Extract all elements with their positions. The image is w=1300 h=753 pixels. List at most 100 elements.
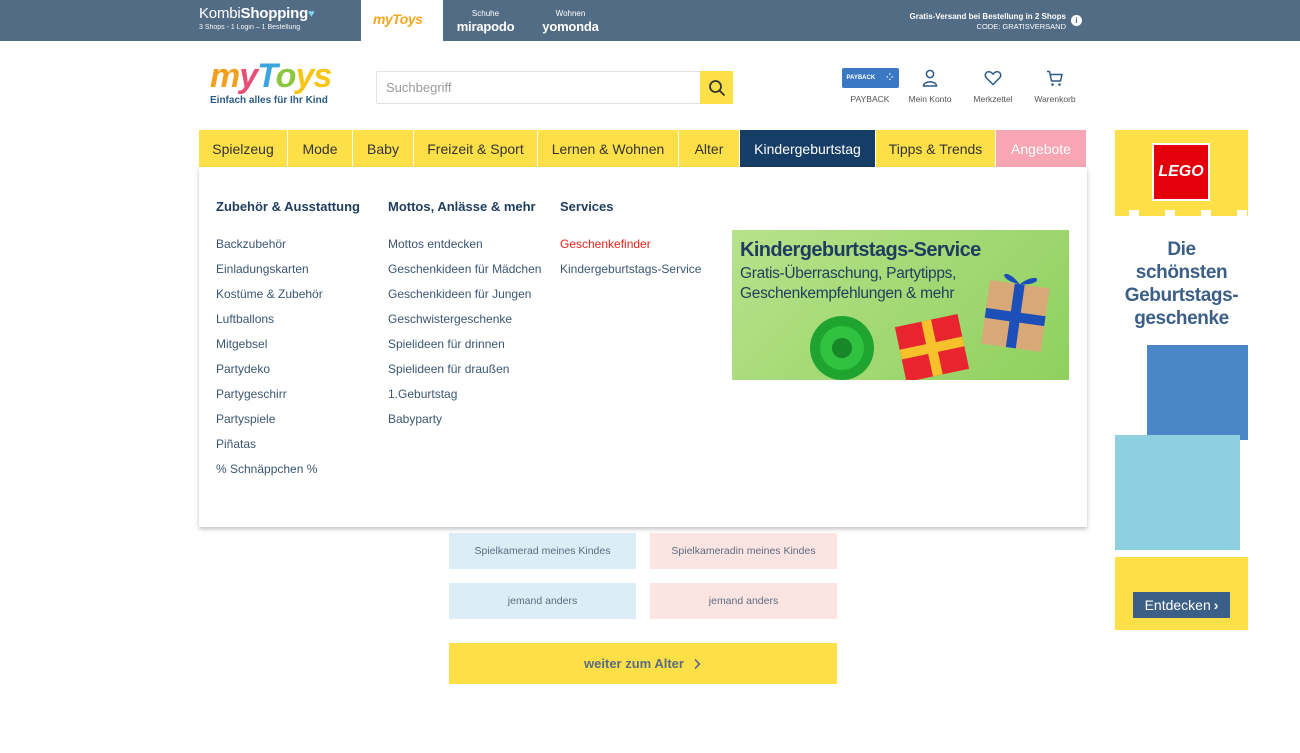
- shop-tab-category: Schuhe: [471, 9, 500, 18]
- nav-mode[interactable]: Mode: [288, 130, 352, 167]
- nav-alter[interactable]: Alter: [679, 130, 739, 167]
- lego-city-box-image: [1147, 345, 1248, 440]
- lego-ad[interactable]: LEGO Die schönsten Geburtstags- geschenk…: [1115, 130, 1248, 630]
- search-icon: [708, 79, 725, 96]
- shop-tab-yomonda[interactable]: Wohnen yomonda: [528, 0, 613, 41]
- gifts-illustration: [810, 274, 1050, 380]
- menu-link-geschenkefinder[interactable]: Geschenkefinder: [560, 237, 701, 262]
- shop-tab-label: yomonda: [542, 19, 599, 34]
- menu-link[interactable]: Geschwistergeschenke: [388, 312, 541, 337]
- search-input[interactable]: [377, 72, 702, 103]
- column-list-zubehoer: Backzubehör Einladungskarten Kostüme & Z…: [216, 237, 323, 487]
- menu-link[interactable]: Einladungskarten: [216, 262, 323, 287]
- column-heading-zubehoer: Zubehör & Ausstattung: [216, 199, 360, 214]
- payback-label: PAYBACK: [850, 94, 890, 104]
- user-icon: [922, 69, 938, 87]
- mytoys-logo[interactable]: myToys Einfach alles für Ihr Kind: [210, 57, 335, 112]
- choice-spielkameradin[interactable]: Spielkameradin meines Kindes: [650, 533, 837, 569]
- shipping-line: Gratis-Versand bei Bestellung in 2 Shops: [909, 12, 1066, 21]
- choice-spielkamerad[interactable]: Spielkamerad meines Kindes: [449, 533, 636, 569]
- ad-headline-line: Geburtstags-: [1124, 285, 1239, 306]
- wishlist-label: Merkzettel: [973, 94, 1013, 104]
- menu-link[interactable]: Partydeko: [216, 362, 323, 387]
- logo-letter: m: [210, 57, 240, 95]
- ad-discover-button[interactable]: Entdecken ›: [1133, 592, 1230, 618]
- ad-button-label: Entdecken: [1144, 597, 1211, 613]
- menu-link[interactable]: % Schnäppchen %: [216, 462, 323, 487]
- nav-lernen-wohnen[interactable]: Lernen & Wohnen: [538, 130, 678, 167]
- menu-link[interactable]: Mitgebsel: [216, 337, 323, 362]
- logo-letter: y: [239, 57, 258, 95]
- continue-label: weiter zum Alter: [584, 656, 684, 671]
- column-list-services: Geschenkefinder Kindergeburtstags-Servic…: [560, 237, 701, 287]
- shipping-notice: Gratis-Versand bei Bestellung in 2 Shops…: [910, 11, 1066, 31]
- nav-freizeit-sport[interactable]: Freizeit & Sport: [414, 130, 537, 167]
- menu-link[interactable]: Babyparty: [388, 412, 541, 437]
- shipping-code: CODE: GRATISVERSAND: [976, 22, 1066, 31]
- heart-icon: [984, 70, 1002, 86]
- menu-link[interactable]: Backzubehör: [216, 237, 323, 262]
- kindergeburtstag-dropdown: Zubehör & Ausstattung Backzubehör Einlad…: [199, 167, 1087, 527]
- payback-link[interactable]: PAYBACK ⁘ PAYBACK: [838, 67, 902, 107]
- menu-link[interactable]: Partyspiele: [216, 412, 323, 437]
- account-link[interactable]: Mein Konto: [898, 67, 962, 107]
- nav-angebote[interactable]: Angebote: [996, 130, 1086, 167]
- shop-bar: KombiShopping♥ 3 Shops - 1 Login – 1 Bes…: [0, 0, 1300, 41]
- menu-link[interactable]: Partygeschirr: [216, 387, 323, 412]
- kombi-title-bold: Shopping: [240, 5, 309, 22]
- shop-tab-mirapodo[interactable]: Schuhe mirapodo: [443, 0, 528, 41]
- logo-letter: ys: [295, 57, 332, 95]
- lego-logo: LEGO: [1152, 143, 1210, 201]
- info-icon[interactable]: i: [1071, 15, 1082, 26]
- column-list-mottos: Mottos entdecken Geschenkideen für Mädch…: [388, 237, 541, 437]
- search-bar: [376, 71, 733, 104]
- chevron-right-icon: ›: [1213, 597, 1219, 613]
- logo-letter: T: [257, 57, 276, 95]
- shop-tab-mytoys[interactable]: myToys: [361, 0, 443, 41]
- shop-tab-label: mirapodo: [456, 19, 515, 34]
- main-navigation: Spielzeug Mode Baby Freizeit & Sport Ler…: [199, 130, 1087, 167]
- kombishopping-logo[interactable]: KombiShopping♥ 3 Shops - 1 Login – 1 Bes…: [199, 4, 361, 41]
- promo-banner[interactable]: Kindergeburtstags-Service Gratis-Überras…: [732, 230, 1069, 380]
- account-label: Mein Konto: [908, 94, 952, 104]
- cart-icon: [1047, 70, 1063, 86]
- ad-headline: Die schönsten Geburtstags- geschenke: [1115, 238, 1248, 330]
- menu-link[interactable]: Spielideen für draußen: [388, 362, 541, 387]
- logo-tagline: Einfach alles für Ihr Kind: [210, 95, 328, 106]
- menu-link[interactable]: Piñatas: [216, 437, 323, 462]
- heart-icon: ♥: [308, 8, 315, 20]
- ad-headline-line: schönsten: [1135, 262, 1228, 283]
- menu-link[interactable]: Luftballons: [216, 312, 323, 337]
- menu-link[interactable]: Mottos entdecken: [388, 237, 541, 262]
- ad-headline-line: Die: [1167, 239, 1196, 260]
- choice-jemand-anders-girl[interactable]: jemand anders: [650, 583, 837, 619]
- ad-headline-line: geschenke: [1134, 308, 1229, 329]
- search-button[interactable]: [700, 71, 733, 104]
- menu-link[interactable]: Kindergeburtstags-Service: [560, 262, 701, 287]
- wishlist-link[interactable]: Merkzettel: [961, 67, 1025, 107]
- continue-button[interactable]: weiter zum Alter: [449, 643, 837, 684]
- nav-kindergeburtstag[interactable]: Kindergeburtstag: [740, 130, 875, 167]
- menu-link[interactable]: Geschenkideen für Jungen: [388, 287, 541, 312]
- payback-icon: PAYBACK ⁘: [841, 68, 899, 88]
- nav-baby[interactable]: Baby: [353, 130, 413, 167]
- menu-link[interactable]: 1.Geburtstag: [388, 387, 541, 412]
- brick-edge-decoration: [1115, 210, 1248, 222]
- menu-link[interactable]: Kostüme & Zubehör: [216, 287, 323, 312]
- column-heading-mottos: Mottos, Anlässe & mehr: [388, 199, 536, 214]
- choice-jemand-anders-boy[interactable]: jemand anders: [449, 583, 636, 619]
- mytoys-mini-logo: myToys: [373, 11, 423, 27]
- nav-spielzeug[interactable]: Spielzeug: [199, 130, 287, 167]
- payback-badge-text: PAYBACK: [846, 75, 876, 81]
- kombi-title-light: Kombi: [199, 5, 241, 22]
- lego-friends-box-image: [1115, 435, 1240, 550]
- nav-tipps-trends[interactable]: Tipps & Trends: [876, 130, 995, 167]
- chevron-right-icon: [694, 658, 701, 669]
- logo-letter: o: [275, 57, 297, 95]
- column-heading-services: Services: [560, 199, 614, 214]
- cart-label: Warenkorb: [1034, 94, 1076, 104]
- cart-link[interactable]: Warenkorb: [1023, 67, 1087, 107]
- kombi-subtitle: 3 Shops - 1 Login – 1 Bestellung: [199, 24, 301, 31]
- menu-link[interactable]: Geschenkideen für Mädchen: [388, 262, 541, 287]
- menu-link[interactable]: Spielideen für drinnen: [388, 337, 541, 362]
